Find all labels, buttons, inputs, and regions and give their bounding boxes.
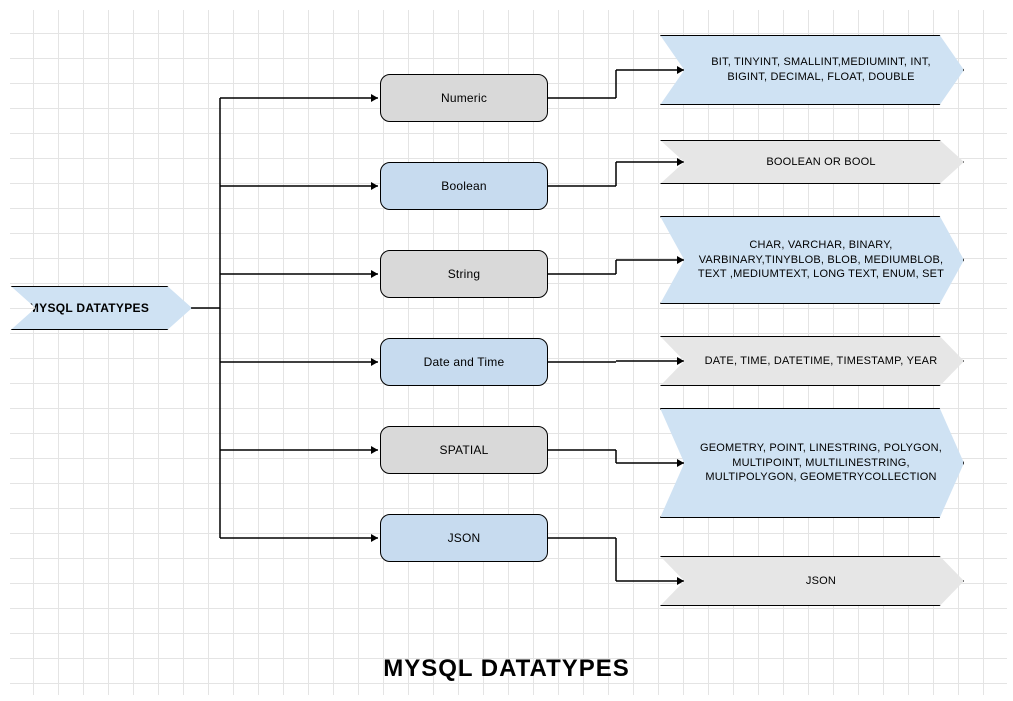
detail-text: GEOMETRY, POINT, LINESTRING, POLYGON, MU… (697, 441, 945, 486)
category-json: JSON (380, 514, 548, 562)
diagram-title: MYSQL DATATYPES (0, 655, 1013, 683)
category-numeric: Numeric (380, 74, 548, 122)
category-datetime: Date and Time (380, 338, 548, 386)
detail-text: BOOLEAN OR BOOL (766, 155, 875, 170)
category-spatial: SPATIAL (380, 426, 548, 474)
datetime-detail: DATE, TIME, DATETIME, TIMESTAMP, YEAR (660, 336, 964, 386)
category-label: JSON (448, 531, 481, 545)
category-label: String (448, 267, 481, 281)
category-label: Boolean (441, 179, 486, 193)
detail-text: BIT, TINYINT, SMALLINT,MEDIUMINT, INT, B… (697, 55, 945, 85)
diagram-canvas: MYSQL DATATYPES Numeric Boolean String Date… (0, 0, 1013, 701)
category-string: String (380, 250, 548, 298)
spatial-detail: GEOMETRY, POINT, LINESTRING, POLYGON, MU… (660, 408, 964, 518)
string-detail: CHAR, VARCHAR, BINARY, VARBINARY,TINYBLO… (660, 216, 964, 304)
detail-text: CHAR, VARCHAR, BINARY, VARBINARY,TINYBLO… (697, 238, 945, 283)
json-detail: JSON (660, 556, 964, 606)
detail-text: DATE, TIME, DATETIME, TIMESTAMP, YEAR (705, 354, 938, 369)
detail-text: JSON (806, 574, 836, 589)
category-label: Date and Time (424, 355, 505, 369)
boolean-detail: BOOLEAN OR BOOL (660, 140, 964, 184)
category-boolean: Boolean (380, 162, 548, 210)
category-label: SPATIAL (440, 443, 489, 457)
numeric-detail: BIT, TINYINT, SMALLINT,MEDIUMINT, INT, B… (660, 35, 964, 105)
root-label: MYSQL DATATYPES (29, 301, 149, 315)
category-label: Numeric (441, 91, 487, 105)
